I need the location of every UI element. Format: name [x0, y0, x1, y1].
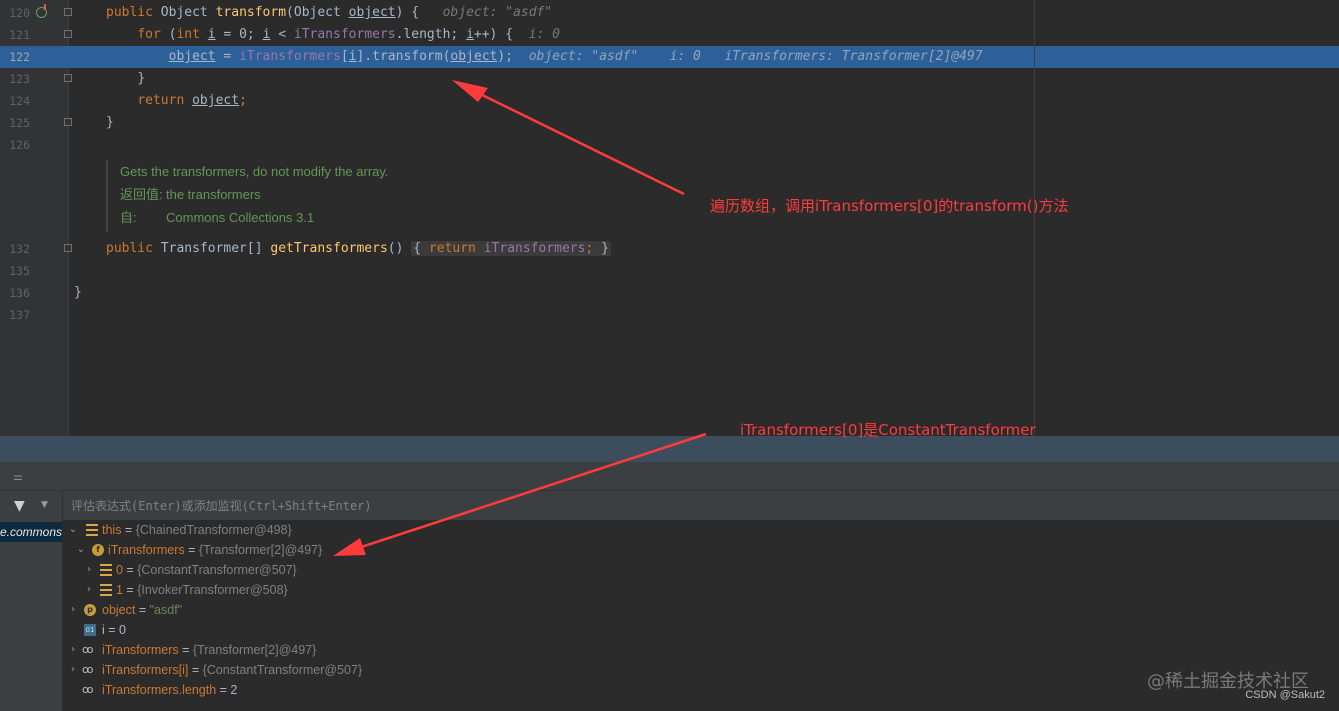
selected-frame[interactable]: e.commons — [0, 522, 62, 542]
variable-row-object[interactable]: › p object = "asdf" — [62, 600, 462, 620]
variable-row-element-1[interactable]: › 1 = {InvokerTransformer@508} — [62, 580, 462, 600]
fold-marker-icon[interactable] — [64, 118, 72, 126]
annotation-constant-note: iTransformers[0]是ConstantTransformer — [740, 421, 1036, 439]
variable-row-itransformers-i-watch[interactable]: › oo iTransformers[i] = {ConstantTransfo… — [62, 660, 462, 680]
chevron-down-icon[interactable]: ⌄ — [68, 520, 78, 540]
code-line-120[interactable]: 120 public Object transform(Object objec… — [0, 2, 1339, 24]
object-icon — [100, 564, 112, 576]
folded-code-region[interactable]: { return iTransformers; } — [411, 241, 611, 256]
chevron-right-icon[interactable]: › — [84, 580, 94, 600]
variable-row-itransformers-field[interactable]: ⌄ f iTransformers = {Transformer[2]@497} — [62, 540, 462, 560]
code-line-132[interactable]: 132 public Transformer[] getTransformers… — [0, 238, 1339, 260]
chevron-right-icon[interactable]: › — [68, 640, 78, 660]
variable-row-itransformers-length-watch[interactable]: oo iTransformers.length = 2 — [62, 680, 462, 700]
filter-icon[interactable]: ▼ — [14, 498, 25, 514]
keyword: public — [106, 5, 153, 20]
chevron-right-icon[interactable]: › — [68, 660, 78, 680]
chevron-right-icon[interactable]: › — [84, 560, 94, 580]
inline-debug-hint: object: "asdf" — [528, 49, 639, 64]
code-line-122-current[interactable]: 122 object = iTransformers[i].transform(… — [0, 46, 1339, 68]
variable-row-i[interactable]: 01 i = 0 — [62, 620, 462, 640]
code-line-121[interactable]: 121 for (int i = 0; i < iTransformers.le… — [0, 24, 1339, 46]
code-line-136[interactable]: 136 } — [0, 282, 1339, 304]
debug-panel-header: ⚌ — [0, 462, 1339, 491]
javadoc-since-label: 自: — [120, 210, 137, 225]
code-line-125[interactable]: 125 } — [0, 112, 1339, 134]
fold-marker-icon[interactable] — [64, 74, 72, 82]
field-icon: f — [92, 544, 104, 556]
fold-marker-icon[interactable] — [64, 30, 72, 38]
annotation-loop-note: 遍历数组，调用iTransformers[0]的transform()方法 — [710, 197, 1069, 215]
object-icon — [86, 524, 98, 536]
watch-glasses-icon: oo — [82, 643, 93, 656]
variable-row-itransformers-watch[interactable]: › oo iTransformers = {Transformer[2]@497… — [62, 640, 462, 660]
code-editor[interactable]: 120 public Object transform(Object objec… — [0, 0, 1339, 436]
method-name: getTransformers — [270, 241, 388, 256]
panel-splitter[interactable] — [0, 436, 1339, 462]
watermark-csdn: CSDN @Sakut2 — [1245, 689, 1325, 701]
parameter-icon: p — [84, 604, 96, 616]
inline-debug-hint: i: 0 — [528, 27, 561, 42]
fold-marker-icon[interactable] — [64, 244, 72, 252]
watch-glasses-icon: oo — [82, 663, 93, 676]
line-number: 122 — [9, 50, 30, 64]
javadoc-returns-value: the transformers — [166, 187, 261, 202]
chevron-down-icon[interactable]: ▼ — [41, 500, 48, 510]
code-line-135[interactable]: 135 — [0, 260, 1339, 282]
code-line-123[interactable]: 123 } — [0, 68, 1339, 90]
primitive-int-icon: 01 — [84, 624, 96, 636]
inline-debug-hint: i: 0 — [669, 49, 701, 64]
fold-marker-icon[interactable] — [64, 8, 72, 16]
evaluate-bar: ▼ ▼ — [0, 491, 1339, 521]
method-name: transform — [215, 5, 287, 20]
inline-debug-hint: object: "asdf" — [442, 5, 553, 20]
chevron-down-icon[interactable]: ⌄ — [76, 540, 86, 560]
watch-glasses-icon: oo — [82, 683, 93, 696]
code-line-137[interactable]: 137 — [0, 304, 1339, 326]
javadoc-returns-label: 返回值: — [120, 187, 163, 202]
method-breakpoint-icon[interactable] — [36, 4, 47, 18]
variable-row-element-0[interactable]: › 0 = {ConstantTransformer@507} — [62, 560, 462, 580]
javadoc-since-value: Commons Collections 3.1 — [166, 210, 315, 225]
frames-panel[interactable]: e.commons — [0, 520, 63, 711]
inline-debug-hint: iTransformers: Transformer[2]@497 — [724, 49, 983, 64]
chevron-right-icon[interactable]: › — [68, 600, 78, 620]
code-line-126[interactable]: 126 — [0, 134, 1339, 156]
layout-settings-icon[interactable]: ⚌ — [13, 470, 23, 483]
line-number: 121 — [9, 28, 30, 42]
parameter: object — [348, 5, 396, 20]
code-line-124[interactable]: 124 return object; — [0, 90, 1339, 112]
variable-row-this[interactable]: ⌄ this = {ChainedTransformer@498} — [62, 520, 462, 540]
javadoc-summary: Gets the transformers, do not modify the… — [120, 164, 389, 179]
evaluate-expression-input[interactable] — [62, 491, 1339, 520]
rendered-javadoc: Gets the transformers, do not modify the… — [106, 160, 550, 232]
object-icon — [100, 584, 112, 596]
line-number: 120 — [9, 6, 30, 20]
